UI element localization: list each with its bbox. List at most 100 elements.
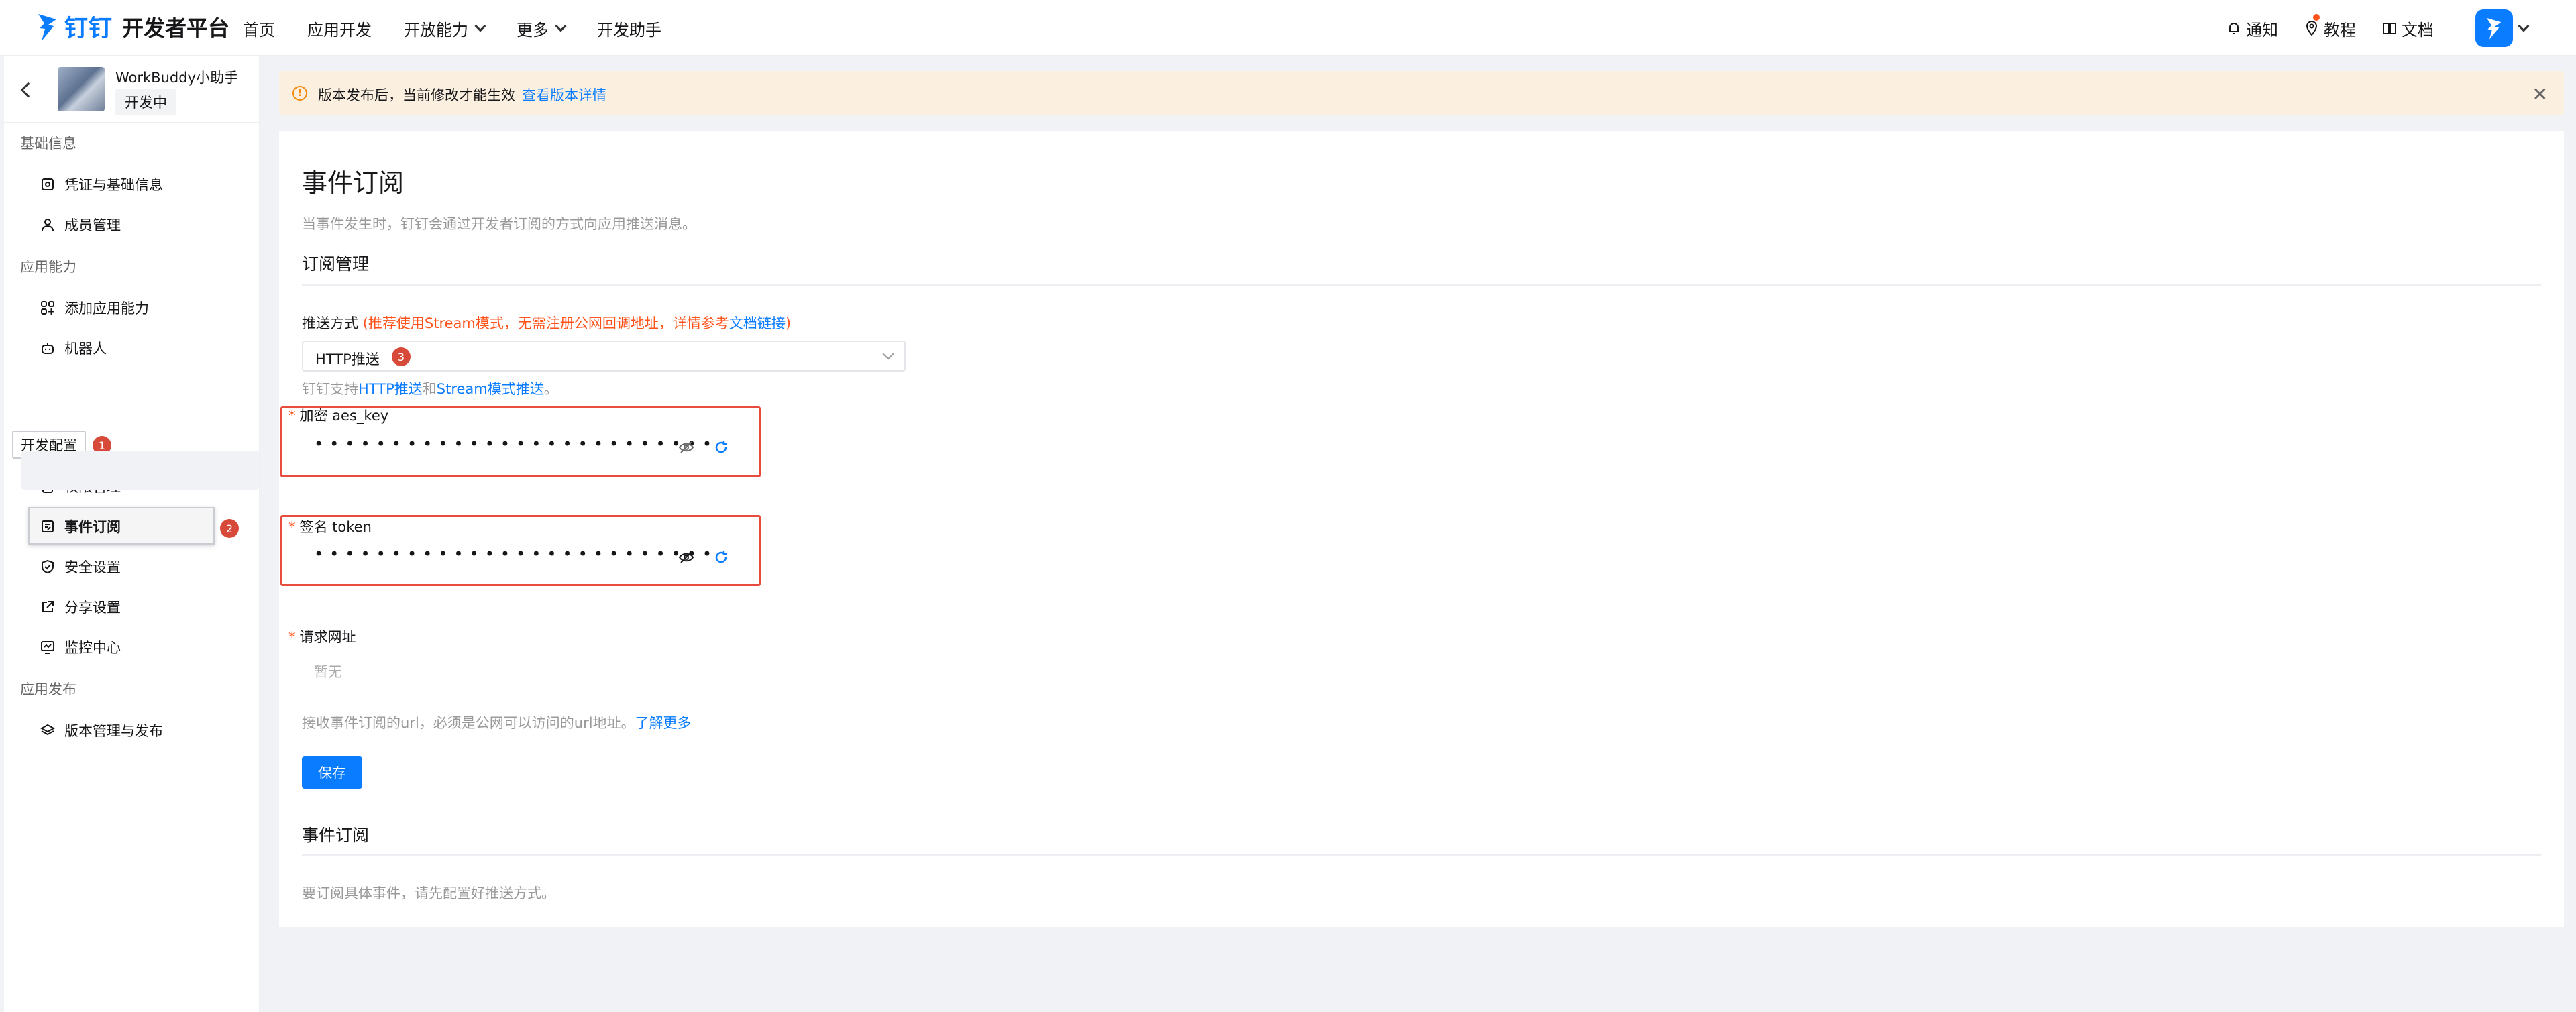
- sidebar-item-label: 机器人: [64, 341, 107, 357]
- nav-more-label: 更多: [517, 20, 549, 40]
- annotation-badge-2: 2: [220, 519, 239, 538]
- user-icon: [42, 219, 54, 231]
- sidebar-item-members[interactable]: 成员管理: [40, 215, 121, 235]
- http-push-link[interactable]: HTTP推送: [358, 381, 423, 397]
- header-actions: 通知 教程 文档: [2200, 0, 2576, 56]
- app-status-badge: 开发中: [115, 89, 176, 115]
- sidebar-item-monitor[interactable]: 监控中心: [40, 637, 121, 657]
- request-url-label-text: 请求网址: [299, 629, 356, 645]
- url-hint-text: 接收事件订阅的url，必须是公网可以访问的url地址。: [302, 715, 635, 731]
- nav-dev-assistant-label: 开发助手: [597, 20, 661, 40]
- book-icon: [2383, 23, 2396, 34]
- sidebar-item-label: 凭证与基础信息: [64, 177, 163, 193]
- back-arrow-icon[interactable]: [20, 82, 36, 98]
- sidebar-item-share[interactable]: 分享设置: [40, 597, 121, 617]
- sidebar-item-label: 安全设置: [64, 559, 121, 575]
- app-thumbnail: [58, 67, 105, 111]
- nav-dev-assistant[interactable]: 开发助手: [597, 17, 661, 40]
- support-suffix: 。: [543, 381, 558, 397]
- page-description: 当事件发生时，钉钉会通过开发者订阅的方式向应用推送消息。: [302, 216, 696, 232]
- banner-text: 版本发布后，当前修改才能生效: [318, 87, 515, 103]
- main-content: 事件订阅 当事件发生时，钉钉会通过开发者订阅的方式向应用推送消息。 订阅管理 推…: [279, 131, 2564, 927]
- support-and: 和: [422, 381, 437, 397]
- refresh-icon[interactable]: [712, 549, 730, 566]
- view-version-details-link[interactable]: 查看版本详情: [522, 87, 606, 103]
- user-avatar[interactable]: [2475, 9, 2513, 47]
- credential-icon: [42, 178, 54, 190]
- banner-message: 版本发布后，当前修改才能生效 查看版本详情: [318, 85, 606, 105]
- nav-home[interactable]: 首页: [243, 17, 275, 40]
- app-header: WorkBuddy小助手 开发中: [4, 56, 259, 123]
- tutorial-link[interactable]: 教程: [2304, 13, 2356, 40]
- sidebar-item-label: 添加应用能力: [64, 300, 149, 317]
- app-name: WorkBuddy小助手: [115, 70, 238, 86]
- token-input[interactable]: ••••••••••••••••••••••••••: [314, 545, 718, 563]
- monitor-icon: [41, 641, 54, 654]
- top-navigation-bar: 钉钉 开发者平台 首页 应用开发 开放能力 更多 开发助手 通知 教程 文档: [0, 0, 2576, 56]
- sidebar-item-add-capability[interactable]: 添加应用能力: [40, 298, 149, 318]
- robot-icon: [42, 343, 54, 354]
- dingtalk-logo-icon: [38, 13, 56, 41]
- nav-more[interactable]: 更多: [517, 17, 567, 40]
- close-icon[interactable]: ✕: [2532, 83, 2548, 105]
- doc-link[interactable]: 文档链接: [729, 315, 786, 331]
- sidebar-item-label: 事件订阅: [64, 519, 121, 535]
- sidebar-item-label: 版本管理与发布: [64, 723, 163, 739]
- request-url-value[interactable]: 暂无: [314, 661, 342, 681]
- required-star: *: [288, 629, 296, 645]
- push-method-label: 推送方式 (推荐使用Stream模式，无需注册公网回调地址，详情参考文档链接): [302, 313, 791, 333]
- push-method-hint: (推荐使用Stream模式，无需注册公网回调地址，详情参考文档链接): [363, 315, 791, 331]
- sidebar-item-credentials[interactable]: 凭证与基础信息: [40, 174, 163, 194]
- platform-title: 开发者平台: [122, 15, 230, 41]
- sidebar-item-event-subscription[interactable]: 事件订阅: [40, 516, 121, 537]
- save-button[interactable]: 保存: [302, 756, 362, 789]
- nav-app-dev[interactable]: 应用开发: [307, 17, 372, 40]
- divider: [302, 284, 2541, 286]
- docs-label: 文档: [2402, 20, 2434, 40]
- nav-open-capabilities[interactable]: 开放能力: [404, 17, 486, 40]
- sidebar-item-version-release[interactable]: 版本管理与发布: [40, 720, 163, 740]
- aes-key-input[interactable]: ••••••••••••••••••••••••••: [314, 435, 718, 453]
- tutorial-label: 教程: [2324, 20, 2356, 40]
- push-method-value: HTTP推送: [315, 351, 380, 368]
- bell-icon: [2229, 23, 2239, 34]
- unread-dot: [2313, 13, 2320, 21]
- sidebar-item-label: 分享设置: [64, 600, 121, 616]
- active-item-background: [21, 451, 259, 490]
- learn-more-link[interactable]: 了解更多: [635, 715, 692, 731]
- chevron-down-icon: [474, 20, 486, 32]
- annotation-badge-3: 3: [392, 347, 411, 366]
- push-hint-text: (推荐使用Stream模式，无需注册公网回调地址，详情参考: [362, 315, 729, 331]
- section-title-basic: 基础信息: [20, 135, 76, 152]
- avatar-chevron-down-icon[interactable]: [2518, 20, 2530, 32]
- nav-open-capabilities-label: 开放能力: [404, 20, 468, 40]
- sidebar-item-robot[interactable]: 机器人: [40, 338, 107, 358]
- page-title: 事件订阅: [302, 168, 405, 198]
- sidebar-item-label: 监控中心: [64, 640, 121, 656]
- required-star: *: [288, 519, 296, 535]
- token-label: * 签名 token: [288, 516, 372, 537]
- eye-hidden-icon[interactable]: [678, 549, 695, 566]
- sidebar-item-security[interactable]: 安全设置: [40, 557, 121, 577]
- event-icon: [42, 520, 54, 532]
- notification-label: 通知: [2246, 20, 2278, 40]
- layers-icon: [40, 724, 55, 736]
- main-nav: 首页 应用开发 开放能力 更多 开发助手: [243, 0, 694, 56]
- divider: [302, 854, 2541, 856]
- nav-home-label: 首页: [243, 20, 275, 40]
- share-icon: [42, 601, 54, 612]
- push-method-label-text: 推送方式: [302, 315, 358, 331]
- chevron-down-icon: [882, 348, 894, 360]
- section-title-release: 应用发布: [20, 681, 76, 697]
- notification-link[interactable]: 通知: [2226, 17, 2278, 40]
- token-label-text: 签名 token: [299, 519, 372, 535]
- eye-hidden-icon[interactable]: [678, 439, 695, 456]
- stream-push-link[interactable]: Stream模式推送: [437, 381, 544, 397]
- aes-key-label-text: 加密 aes_key: [299, 408, 389, 424]
- event-subscription-hint: 要订阅具体事件，请先配置好推送方式。: [302, 885, 555, 901]
- dingtalk-logo[interactable]: 钉钉 开发者平台: [36, 9, 229, 44]
- docs-link[interactable]: 文档: [2381, 17, 2434, 40]
- refresh-icon[interactable]: [712, 439, 730, 456]
- event-subscription-title: 事件订阅: [302, 826, 370, 845]
- request-url-hint: 接收事件订阅的url，必须是公网可以访问的url地址。了解更多: [302, 712, 692, 732]
